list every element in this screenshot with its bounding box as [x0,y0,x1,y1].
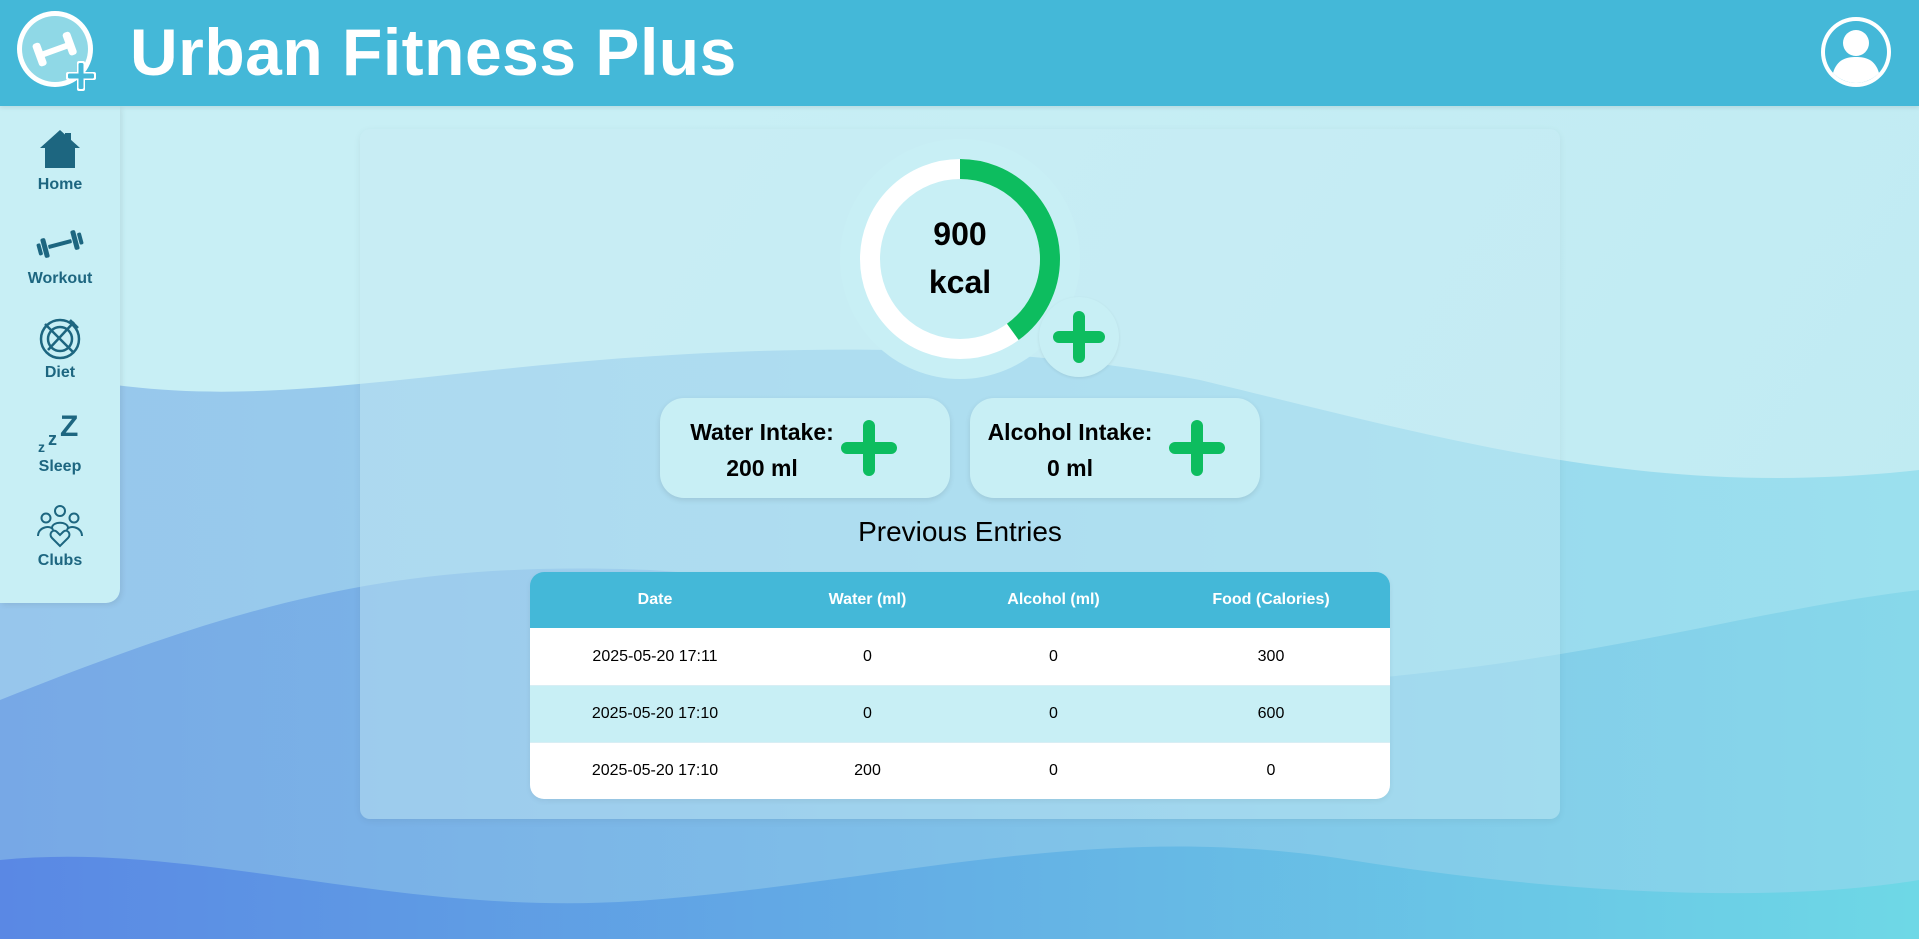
water-intake-card: Water Intake: 200 ml [660,398,950,498]
alcohol-intake-label: Alcohol Intake: [987,419,1153,445]
table-cell-water: 0 [863,705,872,722]
sidebar-item-label: Clubs [37,552,83,569]
column-header-water: Water (ml) [828,591,907,608]
water-intake-text: Water Intake: 200 ml [672,414,852,486]
svg-text:Z: Z [60,410,78,443]
add-alcohol-button[interactable] [1165,416,1229,480]
previous-entries-title: Previous Entries [858,516,1062,547]
table-cell-food: 0 [1266,762,1276,779]
sidebar-item-label: Diet [44,364,76,381]
table-cell-date: 2025-05-20 17:10 [591,705,719,722]
alcohol-intake-text: Alcohol Intake: 0 ml [980,414,1160,486]
sidebar-nav: Home Workout Diet z z Z Sleep Clubs [0,106,120,603]
app-title: Urban Fitness Plus [130,15,737,89]
water-intake-label: Water Intake: [690,419,834,445]
table-row: 2025-05-20 17:10 200 0 0 [530,742,1390,799]
table-cell-food: 600 [1257,705,1285,722]
calorie-readout: 900 kcal [840,210,1080,306]
table-header-row: Date Water (ml) Alcohol (ml) Food (Calor… [530,572,1390,628]
table-cell-alcohol: 0 [1049,647,1058,665]
table-cell-food: 300 [1257,647,1285,665]
dumbbell-icon [36,230,84,258]
table-cell-date: 2025-05-20 17:10 [591,762,719,779]
table-cell-water: 200 [854,762,881,779]
sidebar-item-sleep[interactable]: z z Z Sleep [0,408,120,502]
zzz-icon: z z Z [38,410,78,455]
add-water-button[interactable] [837,416,901,480]
alcohol-intake-value: 0 ml [1046,455,1094,481]
svg-text:z: z [38,439,45,455]
table-row: 2025-05-20 17:10 0 0 600 [530,685,1390,742]
column-header-alcohol: Alcohol (ml) [1007,591,1100,608]
column-header-food: Food (Calories) [1212,591,1330,608]
sidebar-item-workout[interactable]: Workout [0,220,120,314]
sidebar-item-label: Sleep [38,458,82,475]
table-cell-water: 0 [863,647,872,665]
user-avatar-icon[interactable] [1819,15,1893,89]
water-intake-value: 200 ml [726,455,798,481]
sidebar-item-label: Workout [27,270,93,287]
entries-table: Date Water (ml) Alcohol (ml) Food (Calor… [530,572,1390,799]
people-heart-icon [37,505,83,548]
sidebar-item-clubs[interactable]: Clubs [0,502,120,596]
column-header-date: Date [637,591,673,608]
plus-icon [1053,311,1105,363]
svg-text:z: z [48,429,57,449]
table-cell-alcohol: 0 [1049,705,1058,722]
app-header: Urban Fitness Plus [0,0,1919,106]
table-cell-alcohol: 0 [1049,762,1058,779]
dumbbell-plus-logo-icon[interactable] [15,9,99,93]
sidebar-item-home[interactable]: Home [0,126,120,220]
calorie-value: 900 [933,216,987,252]
sidebar-item-diet[interactable]: Diet [0,314,120,408]
sidebar-item-label: Home [37,176,83,193]
table-row: 2025-05-20 17:11 0 0 300 [530,628,1390,685]
home-icon [40,130,80,168]
table-cell-date: 2025-05-20 17:11 [592,647,718,665]
plate-cutlery-icon [39,318,81,360]
add-food-button[interactable] [1039,297,1119,377]
alcohol-intake-card: Alcohol Intake: 0 ml [970,398,1260,498]
